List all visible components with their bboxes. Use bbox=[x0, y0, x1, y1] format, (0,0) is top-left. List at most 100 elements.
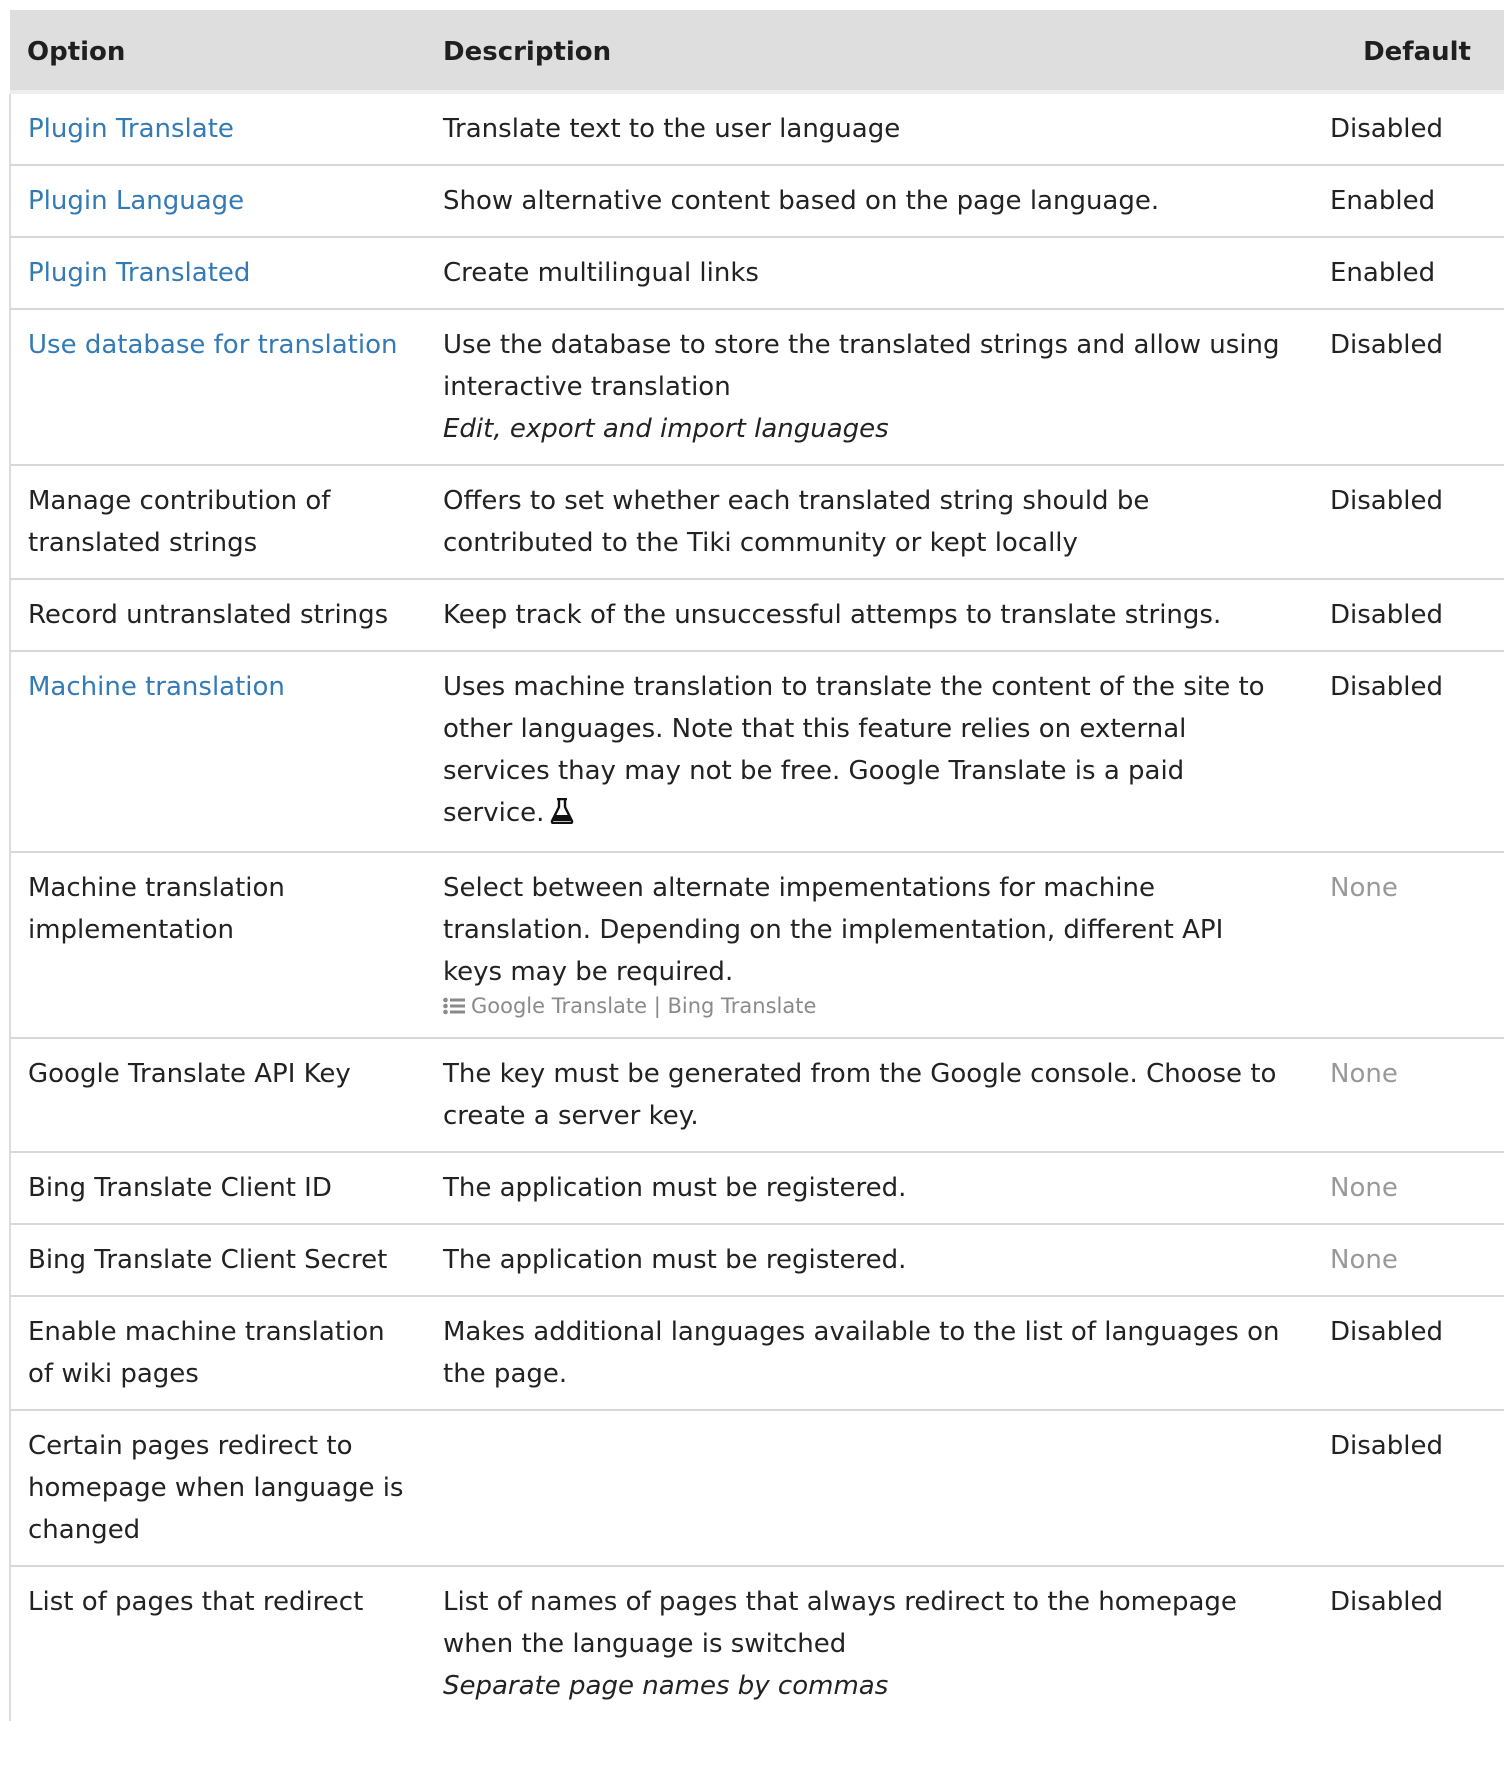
description-cell: The application must be registered. bbox=[426, 1151, 1306, 1224]
default-value: Enabled bbox=[1330, 258, 1436, 288]
option-label: Bing Translate Client ID bbox=[28, 1173, 332, 1203]
option-label: Google Translate API Key bbox=[28, 1059, 351, 1089]
description-text: Translate text to the user language bbox=[443, 114, 901, 144]
description-text: Show alternative content based on the pa… bbox=[443, 186, 1160, 216]
default-value: None bbox=[1330, 873, 1398, 903]
default-cell: Disabled bbox=[1306, 578, 1504, 651]
description-cell: Use the database to store the translated… bbox=[426, 308, 1306, 465]
default-cell: Disabled bbox=[1306, 94, 1504, 165]
list-icon bbox=[443, 993, 465, 1023]
option-cell: Enable machine translation of wiki pages bbox=[9, 1295, 426, 1410]
default-cell: None bbox=[1306, 1151, 1504, 1224]
option-label: Certain pages redirect to homepage when … bbox=[28, 1431, 404, 1545]
description-cell: Offers to set whether each translated st… bbox=[426, 464, 1306, 579]
option-cell: Bing Translate Client ID bbox=[9, 1151, 426, 1224]
description-cell: Show alternative content based on the pa… bbox=[426, 164, 1306, 237]
description-cell: Create multilingual links bbox=[426, 236, 1306, 309]
option-cell: Machine translation bbox=[9, 650, 426, 852]
description-cell: The application must be registered. bbox=[426, 1223, 1306, 1296]
option-cell: Plugin Language bbox=[9, 164, 426, 237]
table-row: Machine translation implementation Select… bbox=[9, 851, 1504, 1038]
description-text: The application must be registered. bbox=[443, 1173, 907, 1203]
default-value: Disabled bbox=[1330, 1317, 1443, 1347]
default-value: None bbox=[1330, 1245, 1398, 1275]
default-value: Disabled bbox=[1330, 114, 1443, 144]
option-cell: Use database for translation bbox=[9, 308, 426, 465]
option-link[interactable]: Plugin Language bbox=[28, 186, 244, 216]
default-value: Disabled bbox=[1330, 1431, 1443, 1461]
table-row: Manage contribution of translated string… bbox=[9, 464, 1504, 579]
table-row: Record untranslated strings Keep track of… bbox=[9, 578, 1504, 651]
table-row: Bing Translate Client ID The application … bbox=[9, 1151, 1504, 1224]
table-row: Plugin Language Show alternative content … bbox=[9, 164, 1504, 237]
default-cell: Disabled bbox=[1306, 1409, 1504, 1566]
description-cell bbox=[426, 1409, 1306, 1566]
option-cell: Manage contribution of translated string… bbox=[9, 464, 426, 579]
header-row: Option Description Default bbox=[10, 10, 1504, 94]
default-cell: Enabled bbox=[1306, 164, 1504, 237]
default-value: Disabled bbox=[1330, 486, 1443, 516]
default-value: None bbox=[1330, 1059, 1398, 1089]
default-cell: None bbox=[1306, 851, 1504, 1038]
default-value: Disabled bbox=[1330, 600, 1443, 630]
table-row: Enable machine translation of wiki pages… bbox=[9, 1295, 1504, 1410]
description-cell: Translate text to the user language bbox=[426, 94, 1306, 165]
table-row: Plugin Translate Translate text to the us… bbox=[9, 94, 1504, 165]
description-cell: The key must be generated from the Googl… bbox=[426, 1037, 1306, 1152]
default-cell: Disabled bbox=[1306, 650, 1504, 852]
option-cell: Google Translate API Key bbox=[9, 1037, 426, 1152]
preferences-table: Option Description Default Plugin Transl… bbox=[9, 10, 1504, 1721]
option-cell: Plugin Translated bbox=[9, 236, 426, 309]
table-row: Use database for translation Use the data… bbox=[9, 308, 1504, 465]
default-cell: Disabled bbox=[1306, 308, 1504, 465]
default-value: Enabled bbox=[1330, 186, 1436, 216]
default-cell: None bbox=[1306, 1037, 1504, 1152]
option-link[interactable]: Plugin Translated bbox=[28, 258, 250, 288]
options-list-text: Google Translate | Bing Translate bbox=[471, 994, 817, 1018]
option-label: Machine translation implementation bbox=[28, 873, 285, 945]
column-header-default[interactable]: Default bbox=[1306, 10, 1504, 94]
default-cell: Disabled bbox=[1306, 1565, 1504, 1721]
table-row: List of pages that redirect List of names… bbox=[9, 1565, 1504, 1721]
description-cell: Uses machine translation to translate th… bbox=[426, 650, 1306, 852]
description-text: The key must be generated from the Googl… bbox=[443, 1059, 1277, 1131]
description-cell: Makes additional languages available to … bbox=[426, 1295, 1306, 1410]
default-value: None bbox=[1330, 1173, 1398, 1203]
description-text: Create multilingual links bbox=[443, 258, 759, 288]
option-cell: Certain pages redirect to homepage when … bbox=[9, 1409, 426, 1566]
option-cell: Record untranslated strings bbox=[9, 578, 426, 651]
description-hint: Edit, export and import languages bbox=[443, 414, 889, 444]
option-label: Record untranslated strings bbox=[28, 600, 389, 630]
description-text: Offers to set whether each translated st… bbox=[443, 486, 1150, 558]
column-header-description[interactable]: Description bbox=[426, 10, 1306, 94]
default-value: Disabled bbox=[1330, 330, 1443, 360]
description-text: Makes additional languages available to … bbox=[443, 1317, 1280, 1389]
option-label: Manage contribution of translated string… bbox=[28, 486, 331, 558]
default-cell: Disabled bbox=[1306, 464, 1504, 579]
options-list: Google Translate | Bing Translate bbox=[443, 991, 1290, 1023]
flask-icon bbox=[550, 795, 574, 837]
default-value: Disabled bbox=[1330, 672, 1443, 702]
option-cell: Machine translation implementation bbox=[9, 851, 426, 1038]
option-cell: List of pages that redirect bbox=[9, 1565, 426, 1721]
option-cell: Plugin Translate bbox=[9, 94, 426, 165]
table-row: Bing Translate Client Secret The applicat… bbox=[9, 1223, 1504, 1296]
table-header: Option Description Default bbox=[10, 10, 1504, 94]
option-link[interactable]: Machine translation bbox=[28, 672, 285, 702]
description-cell: List of names of pages that always redir… bbox=[426, 1565, 1306, 1721]
table-row: Certain pages redirect to homepage when … bbox=[9, 1409, 1504, 1566]
option-label: List of pages that redirect bbox=[28, 1587, 364, 1617]
option-link[interactable]: Use database for translation bbox=[28, 330, 397, 360]
option-label: Enable machine translation of wiki pages bbox=[28, 1317, 385, 1389]
description-hint: Separate page names by commas bbox=[443, 1671, 889, 1701]
table-row: Plugin Translated Create multilingual lin… bbox=[9, 236, 1504, 309]
column-header-option[interactable]: Option bbox=[10, 10, 426, 94]
option-label: Bing Translate Client Secret bbox=[28, 1245, 388, 1275]
description-cell: Keep track of the unsuccessful attemps t… bbox=[426, 578, 1306, 651]
table-body: Plugin Translate Translate text to the us… bbox=[9, 94, 1504, 1721]
option-link[interactable]: Plugin Translate bbox=[28, 114, 234, 144]
option-cell: Bing Translate Client Secret bbox=[9, 1223, 426, 1296]
table-row: Google Translate API Key The key must be … bbox=[9, 1037, 1504, 1152]
default-cell: None bbox=[1306, 1223, 1504, 1296]
table-row: Machine translation Uses machine translat… bbox=[9, 650, 1504, 852]
